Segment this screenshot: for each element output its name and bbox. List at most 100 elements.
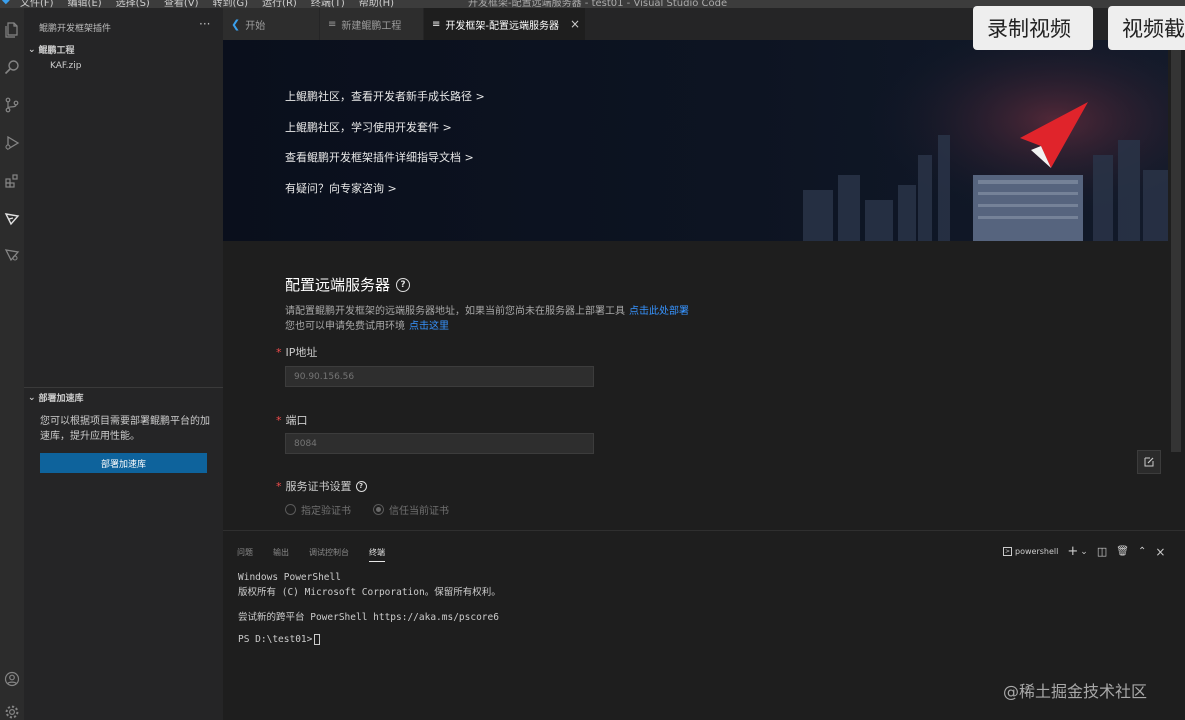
- radio-circle: [285, 504, 296, 515]
- menu-edit[interactable]: 编辑(E): [68, 0, 102, 8]
- edit-icon[interactable]: [1137, 450, 1161, 474]
- menu-view[interactable]: 查看(V): [164, 0, 199, 8]
- radio-label: 信任当前证书: [389, 506, 449, 517]
- accel-description: 您可以根据项目需要部署鲲鹏平台的加速库，提升应用性能。: [40, 416, 210, 442]
- search-icon[interactable]: [0, 55, 24, 79]
- record-video-button[interactable]: 录制视频: [973, 6, 1093, 50]
- panel-tab-problems[interactable]: 问题: [237, 547, 253, 558]
- extensions-icon[interactable]: [0, 169, 24, 193]
- link-docs[interactable]: 查看鲲鹏开发框架插件详细指导文档 >: [285, 149, 474, 165]
- tree-item-kaf-zip[interactable]: KAF.zip: [50, 61, 81, 71]
- port-label-text: 端口: [285, 414, 308, 427]
- desc-text: 请配置鲲鹏开发框架的远端服务器地址，如果当前您尚未在服务器上部署工具: [285, 306, 625, 317]
- form-title: 配置远端服务器 ?: [285, 274, 411, 295]
- link-devkit[interactable]: 上鲲鹏社区，学习使用开发套件 >: [285, 119, 452, 135]
- activity-bar: [0, 8, 24, 720]
- split-terminal-icon[interactable]: ◫: [1097, 545, 1107, 558]
- menu-bar: 文件(F) 编辑(E) 选择(S) 查看(V) 转到(G) 运行(R) 终端(T…: [20, 0, 394, 8]
- tab-configure-server[interactable]: ≡ 开发框架-配置远端服务器 ×: [424, 8, 586, 40]
- terminal-line-1: Windows PowerShell: [238, 572, 341, 583]
- form-title-text: 配置远端服务器: [285, 276, 391, 294]
- kunpeng-framework-icon[interactable]: [0, 206, 24, 230]
- menu-selection[interactable]: 选择(S): [116, 0, 150, 8]
- city-illustration: [793, 40, 1168, 241]
- banner: 上鲲鹏社区，查看开发者新手成长路径 > 上鲲鹏社区，学习使用开发套件 > 查看鲲…: [223, 40, 1168, 241]
- port-input[interactable]: [285, 433, 594, 454]
- close-panel-icon[interactable]: ×: [1155, 545, 1165, 559]
- terminal-shell-selector[interactable]: > powershell: [1003, 547, 1058, 556]
- terminal-icon: >: [1003, 547, 1013, 556]
- menu-help[interactable]: 帮助(H): [359, 0, 394, 8]
- panel-actions: > powershell + ⌄ ◫ 🗑 ⌃ ×: [1003, 544, 1165, 559]
- port-label: * 端口: [276, 412, 308, 428]
- cert-label: * 服务证书设置 ?: [276, 478, 367, 494]
- close-icon[interactable]: ×: [570, 17, 580, 31]
- help-icon[interactable]: ?: [396, 277, 411, 292]
- sidebar-title: 鲲鹏开发框架插件: [39, 24, 112, 34]
- trash-icon[interactable]: 🗑: [1116, 546, 1129, 557]
- cert-options: 指定验证书 信任当前证书: [285, 502, 449, 517]
- account-icon[interactable]: [0, 667, 24, 691]
- radio-trust-cert[interactable]: 信任当前证书: [373, 502, 449, 517]
- more-actions-icon[interactable]: ···: [199, 17, 210, 31]
- ip-label-text: IP地址: [285, 346, 318, 359]
- menu-terminal[interactable]: 终端(T): [311, 0, 345, 8]
- prompt-text: PS D:\test01>: [238, 634, 313, 645]
- link-growth-path[interactable]: 上鲲鹏社区，查看开发者新手成长路径 >: [285, 88, 485, 104]
- link-expert[interactable]: 有疑问？向专家咨询 >: [285, 180, 397, 196]
- panel-tab-output[interactable]: 输出: [273, 547, 289, 558]
- section-divider: [24, 387, 223, 388]
- chevron-down-icon: ⌄: [28, 44, 36, 55]
- scrollbar-thumb[interactable]: [1171, 42, 1181, 452]
- vscode-logo-icon: ◆: [2, 0, 10, 6]
- menu-file[interactable]: 文件(F): [20, 0, 54, 8]
- maximize-panel-icon[interactable]: ⌃: [1138, 546, 1146, 557]
- panel-tab-terminal[interactable]: 终端: [369, 547, 385, 562]
- terminal-cursor: [314, 634, 321, 645]
- vscode-logo-icon: ❮: [231, 17, 241, 31]
- cert-label-text: 服务证书设置: [285, 480, 352, 493]
- radio-specify-cert[interactable]: 指定验证书: [285, 502, 351, 517]
- ip-address-input[interactable]: [285, 366, 594, 387]
- accel-section-header[interactable]: ⌄ 部署加速库: [28, 391, 84, 405]
- chevron-down-icon: ⌄: [28, 392, 36, 403]
- editor-scrollbar[interactable]: [1168, 40, 1185, 530]
- kunpeng-devkit-icon[interactable]: [0, 242, 24, 266]
- terminal-line-2: 版权所有 (C) Microsoft Corporation。保留所有权利。: [238, 587, 501, 598]
- trial-env-link[interactable]: 点击这里: [409, 321, 449, 332]
- explorer-icon[interactable]: [0, 18, 24, 42]
- menu-go[interactable]: 转到(G): [213, 0, 249, 8]
- tab-label: 新建鲲鹏工程: [341, 20, 402, 32]
- radio-circle-selected: [373, 504, 384, 515]
- chevron-down-icon[interactable]: ⌄: [1080, 547, 1088, 557]
- help-icon[interactable]: ?: [355, 480, 367, 492]
- file-icon: ≡: [328, 18, 337, 30]
- project-section-header[interactable]: ⌄ 鲲鹏工程: [28, 43, 75, 57]
- tab-new-project[interactable]: ≡ 新建鲲鹏工程: [320, 8, 424, 40]
- menu-run[interactable]: 运行(R): [262, 0, 297, 8]
- tab-start[interactable]: ❮ 开始: [223, 8, 320, 40]
- accel-section-label: 部署加速库: [38, 394, 84, 404]
- form-description-1: 请配置鲲鹏开发框架的远端服务器地址，如果当前您尚未在服务器上部署工具 点击此处部署: [285, 302, 689, 317]
- terminal-prompt[interactable]: PS D:\test01>: [238, 634, 321, 645]
- required-asterisk: *: [276, 413, 282, 427]
- file-icon: ≡: [432, 18, 441, 30]
- required-asterisk: *: [276, 345, 282, 359]
- tab-label: 开始: [245, 20, 266, 32]
- deploy-accel-button[interactable]: 部署加速库: [40, 453, 207, 473]
- settings-gear-icon[interactable]: [0, 700, 24, 720]
- editor-content: 上鲲鹏社区，查看开发者新手成长路径 > 上鲲鹏社区，学习使用开发套件 > 查看鲲…: [223, 40, 1168, 530]
- panel-tab-debug-console[interactable]: 调试控制台: [309, 547, 349, 558]
- radio-label: 指定验证书: [301, 506, 351, 517]
- new-terminal-icon[interactable]: +: [1067, 544, 1078, 559]
- video-screenshot-button[interactable]: 视频截: [1108, 6, 1185, 50]
- sidebar: 鲲鹏开发框架插件 ··· ⌄ 鲲鹏工程 KAF.zip ⌄ 部署加速库 您可以根…: [24, 8, 223, 720]
- watermark: @稀土掘金技术社区: [1003, 682, 1148, 701]
- deploy-here-link[interactable]: 点击此处部署: [629, 306, 689, 317]
- tab-label: 开发框架-配置远端服务器: [445, 20, 559, 32]
- run-debug-icon[interactable]: [0, 131, 24, 155]
- source-control-icon[interactable]: [0, 93, 24, 117]
- terminal-line-3: 尝试新的跨平台 PowerShell https://aka.ms/pscore…: [238, 612, 499, 623]
- form-description-2: 您也可以申请免费试用环境 点击这里: [285, 317, 449, 332]
- required-asterisk: *: [276, 479, 282, 493]
